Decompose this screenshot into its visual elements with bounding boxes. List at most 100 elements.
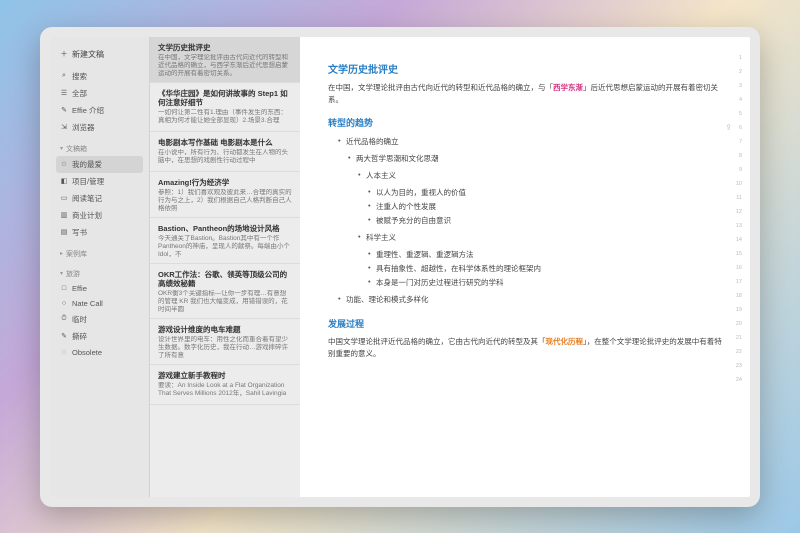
list-item: 人本主义: [358, 169, 722, 183]
new-document-label: 新建文稿: [72, 49, 104, 60]
list-item: 近代品格的确立: [338, 135, 722, 149]
note-title: OKR工作法：谷歌、领英等顶级公司的高绩效秘籍: [158, 270, 292, 288]
sidebar-item-obsolete[interactable]: ◌ Obsolete: [56, 345, 143, 360]
folder-icon: ◧: [60, 177, 68, 185]
note-card[interactable]: OKR工作法：谷歌、领英等顶级公司的高绩效秘籍 OKR衡3个关键指标—让你一步有…: [150, 264, 300, 319]
note-preview: 要读：An Inside Look at a Flat Organization…: [158, 382, 292, 398]
list-icon: ☰: [60, 89, 68, 97]
chevron-down-icon: ▾: [60, 270, 63, 277]
sidebar-item-effie[interactable]: □ Effie: [56, 281, 143, 296]
note-list: 文学历史批评史 在中国，文学理论批评由古代向近代的转型和近代品格的确立，与西学东…: [150, 37, 300, 497]
list-item: 重理性、重逻辑、重逻辑方法: [368, 248, 722, 262]
editor-pane[interactable]: 文学历史批评史 在中国，文学理论批评由古代向近代的转型和近代品格的确立，与「西学…: [300, 37, 750, 497]
sidebar-item-label: 搜索: [72, 71, 87, 82]
ruler-tick: 23: [732, 363, 742, 377]
laptop-frame: ＋ 新建文稿 ⌕ 搜索 ☰ 全部 ✎ Effie 介绍 ⇲ 浏览器 ▾: [40, 27, 760, 507]
note-title: 电影剧本写作基础 电影剧本是什么: [158, 138, 292, 147]
sidebar-item-reading[interactable]: ▭ 阅读笔记: [56, 190, 143, 207]
chevron-right-icon: ▸: [60, 250, 63, 257]
sidebar-item-temp[interactable]: ⏱ 临时: [56, 311, 143, 328]
doc-heading-2: 转型的趋势: [328, 116, 722, 129]
ruler-tick: 9: [732, 167, 742, 181]
pencil-icon: ✎: [60, 106, 68, 114]
sidebar-item-label: 商业计划: [72, 210, 102, 221]
doc-heading-2: 发展过程: [328, 317, 722, 330]
sidebar-item-label: Effie: [72, 284, 87, 293]
note-card[interactable]: 游戏设计维度的电车难题 设计世界里的电车：用性之化而重合着有望少生数据。数字化历…: [150, 319, 300, 365]
sidebar-item-label: 浏览器: [72, 122, 95, 133]
highlight-link[interactable]: 现代化历程: [546, 337, 584, 346]
star-icon: ☆: [60, 160, 68, 168]
list-item: 本身是一门对历史过程进行研究的学科: [368, 276, 722, 290]
note-title: Bastion、Pantheon的场地设计风格: [158, 224, 292, 233]
sidebar-group-docs[interactable]: ▾ 文稿箱: [56, 142, 143, 156]
dotted-circle-icon: ◌: [60, 348, 68, 356]
ruler-tick: 16: [732, 265, 742, 279]
square-icon: □: [60, 284, 68, 292]
note-card[interactable]: Bastion、Pantheon的场地设计风格 今天通关了Bastion。Bas…: [150, 218, 300, 264]
note-card[interactable]: 电影剧本写作基础 电影剧本是什么 在小说中，所有行为、行动都发生在人物的头脑中，…: [150, 132, 300, 172]
sidebar-item-label: 写书: [72, 227, 87, 238]
sidebar-item-search[interactable]: ⌕ 搜索: [56, 68, 143, 85]
sidebar-item-intro[interactable]: ✎ Effie 介绍: [56, 102, 143, 119]
ruler-tick: 17: [732, 279, 742, 293]
paragraph: 中国文学理论批评近代品格的确立，它由古代向近代的转型及其「现代化历程」，在整个文…: [328, 336, 722, 360]
ruler-tick: 18: [732, 293, 742, 307]
doc-heading-1: 文学历史批评史: [328, 61, 722, 76]
sidebar-item-label: Obsolete: [72, 348, 102, 357]
sidebar-group-label: 案例库: [66, 249, 87, 259]
ruler-tick: 21: [732, 335, 742, 349]
sidebar-group-cases[interactable]: ▸ 案例库: [56, 247, 143, 261]
note-card[interactable]: 游戏建立新手教程时 要读：An Inside Look at a Flat Or…: [150, 365, 300, 405]
note-title: 游戏设计维度的电车难题: [158, 325, 292, 334]
plus-icon: ＋: [60, 50, 68, 58]
edit-icon: ✎: [60, 332, 68, 340]
ruler-tick: 13: [732, 223, 742, 237]
sidebar-group-label: 文稿箱: [66, 144, 87, 154]
sidebar-item-favorites[interactable]: ☆ 我的最爱: [56, 156, 143, 173]
highlight-link[interactable]: 西学东渐: [553, 83, 583, 92]
ruler-tick: 20: [732, 321, 742, 335]
note-card[interactable]: 《华华庄园》是如何讲故事的 Step1 如何注意好细节 一如何让第二性有1.理由…: [150, 83, 300, 132]
list-item: 注重人的个性发展: [368, 200, 722, 214]
line-ruler: 123456789101112131415161718192021222324: [732, 55, 742, 487]
ruler-tick: 22: [732, 349, 742, 363]
sidebar-item-browser[interactable]: ⇲ 浏览器: [56, 119, 143, 136]
note-preview: 今天通关了Bastion。Bastion其中有一个作Pantheon的神庙，呈现…: [158, 235, 292, 257]
sidebar-item-torn[interactable]: ✎ 撕碎: [56, 328, 143, 345]
note-title: 《华华庄园》是如何讲故事的 Step1 如何注意好细节: [158, 89, 292, 107]
sidebar-item-label: 撕碎: [72, 331, 87, 342]
sidebar-item-projects[interactable]: ◧ 项目/管理: [56, 173, 143, 190]
ruler-tick: 15: [732, 251, 742, 265]
note-preview: OKR衡3个关键指标—让你一步有理…有意想的管理 KR 我们也大幅变成，用错错误…: [158, 290, 292, 312]
grid-icon: ▥: [60, 211, 68, 219]
note-card[interactable]: 文学历史批评史 在中国，文学理论批评由古代向近代的转型和近代品格的确立，与西学东…: [150, 37, 300, 83]
book-icon: ▭: [60, 194, 68, 202]
sidebar-item-writing[interactable]: ▤ 写书: [56, 224, 143, 241]
ruler-tick: 5: [732, 111, 742, 125]
paragraph: 在中国，文学理论批评由古代向近代的转型和近代品格的确立，与「西学东渐」后近代思想…: [328, 82, 722, 106]
share-icon[interactable]: ⇪: [725, 123, 732, 132]
note-card[interactable]: Amazing!行为经济学 参照：1）我们喜欢观及彼此来…合理的真实的行为与之上…: [150, 172, 300, 218]
note-preview: 设计世界里的电车：用性之化而重合着有望少生数据。数字化历史，我在行动…游戏摔碎许…: [158, 336, 292, 358]
sidebar-item-all[interactable]: ☰ 全部: [56, 85, 143, 102]
ruler-tick: 3: [732, 83, 742, 97]
sidebar-item-business[interactable]: ▥ 商业计划: [56, 207, 143, 224]
note-title: 文学历史批评史: [158, 43, 292, 52]
ruler-tick: 11: [732, 195, 742, 209]
arrow-icon: ⇲: [60, 123, 68, 131]
note-title: 游戏建立新手教程时: [158, 371, 292, 380]
clock-icon: ⏱: [60, 315, 68, 323]
list-item: 科学主义: [358, 231, 722, 245]
note-preview: 在中国，文学理论批评由古代向近代的转型和近代品格的确立，与西学东渐后近代思想启蒙…: [158, 54, 292, 76]
sidebar-group-travel[interactable]: ▾ 旅游: [56, 267, 143, 281]
note-preview: 一如何让第二性有1.理由（事件发生的东西：真相为何才能让她全部显现）2.场景3.…: [158, 109, 292, 125]
list-item: 具有抽象性、超越性，在科学体系性的理论框架内: [368, 262, 722, 276]
sidebar-item-label: 临时: [72, 314, 87, 325]
ruler-tick: 2: [732, 69, 742, 83]
sidebar-item-nate[interactable]: ○ Nate Call: [56, 296, 143, 311]
ruler-tick: 7: [732, 139, 742, 153]
ruler-tick: 14: [732, 237, 742, 251]
note-preview: 参照：1）我们喜欢观及彼此来…合理的真实的行为与之上，2）我们根据自己人格判断自…: [158, 189, 292, 211]
new-document-button[interactable]: ＋ 新建文稿: [56, 45, 143, 64]
